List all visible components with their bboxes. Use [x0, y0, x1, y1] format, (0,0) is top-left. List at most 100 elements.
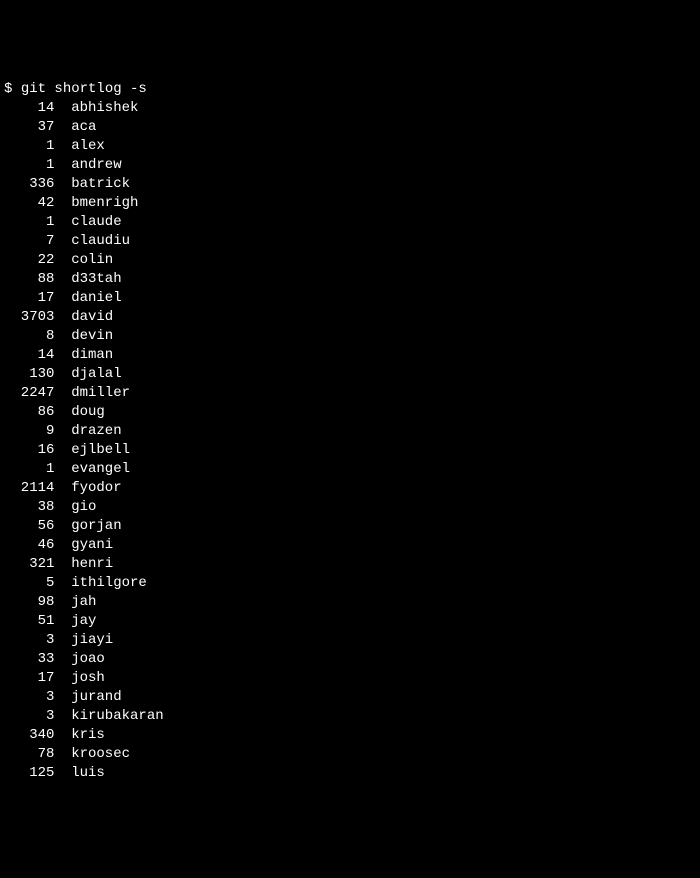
commit-count: 16 — [4, 441, 54, 460]
author-name: evangel — [71, 461, 130, 477]
separator — [54, 118, 71, 137]
separator — [54, 308, 71, 327]
commit-count: 37 — [4, 118, 54, 137]
output-row: 88 d33tah — [4, 270, 696, 289]
author-name: claude — [71, 214, 121, 230]
commit-count: 3703 — [4, 308, 54, 327]
terminal[interactable]: $ git shortlog -s14 abhishek37 aca1 alex… — [4, 80, 696, 783]
output-row: 37 aca — [4, 118, 696, 137]
author-name: djalal — [71, 366, 121, 382]
output-row: 3 jiayi — [4, 631, 696, 650]
separator — [54, 555, 71, 574]
separator — [54, 726, 71, 745]
commit-count: 86 — [4, 403, 54, 422]
author-name: colin — [71, 252, 113, 268]
author-name: jurand — [71, 689, 121, 705]
separator — [54, 764, 71, 783]
separator — [54, 498, 71, 517]
separator — [54, 251, 71, 270]
output-row: 46 gyani — [4, 536, 696, 555]
commit-count: 9 — [4, 422, 54, 441]
commit-count: 1 — [4, 213, 54, 232]
output-row: 1 alex — [4, 137, 696, 156]
separator — [54, 612, 71, 631]
author-name: gorjan — [71, 518, 121, 534]
separator — [54, 536, 71, 555]
output-row: 22 colin — [4, 251, 696, 270]
output-row: 7 claudiu — [4, 232, 696, 251]
output-row: 5 ithilgore — [4, 574, 696, 593]
command-output: 14 abhishek 37 aca1 alex1 andrew336 batri… — [4, 99, 696, 783]
output-row: 8 devin — [4, 327, 696, 346]
commit-count: 88 — [4, 270, 54, 289]
commit-count: 3 — [4, 688, 54, 707]
author-name: fyodor — [71, 480, 121, 496]
separator — [54, 688, 71, 707]
prompt-symbol: $ — [4, 81, 21, 97]
author-name: kroosec — [71, 746, 130, 762]
author-name: gyani — [71, 537, 113, 553]
author-name: abhishek — [71, 100, 138, 116]
output-row: 125 luis — [4, 764, 696, 783]
separator — [54, 669, 71, 688]
output-row: 51 jay — [4, 612, 696, 631]
output-row: 3 jurand — [4, 688, 696, 707]
commit-count: 17 — [4, 289, 54, 308]
separator — [54, 745, 71, 764]
separator — [54, 574, 71, 593]
separator — [54, 403, 71, 422]
author-name: drazen — [71, 423, 121, 439]
commit-count: 33 — [4, 650, 54, 669]
author-name: kris — [71, 727, 105, 743]
output-row: 16 ejlbell — [4, 441, 696, 460]
author-name: ejlbell — [71, 442, 130, 458]
separator — [54, 384, 71, 403]
commit-count: 3 — [4, 707, 54, 726]
separator — [54, 213, 71, 232]
separator — [54, 99, 71, 118]
commit-count: 1 — [4, 137, 54, 156]
author-name: dmiller — [71, 385, 130, 401]
separator — [54, 156, 71, 175]
output-row: 336 batrick — [4, 175, 696, 194]
separator — [54, 650, 71, 669]
commit-count: 340 — [4, 726, 54, 745]
author-name: claudiu — [71, 233, 130, 249]
commit-count: 5 — [4, 574, 54, 593]
output-row: 321 henri — [4, 555, 696, 574]
separator — [54, 631, 71, 650]
author-name: diman — [71, 347, 113, 363]
output-row: 1 evangel — [4, 460, 696, 479]
separator — [54, 460, 71, 479]
author-name: henri — [71, 556, 113, 572]
output-row: 42 bmenrigh — [4, 194, 696, 213]
output-row: 78 kroosec — [4, 745, 696, 764]
output-row: 2247 dmiller — [4, 384, 696, 403]
author-name: ithilgore — [71, 575, 147, 591]
commit-count: 42 — [4, 194, 54, 213]
output-row: 1 andrew — [4, 156, 696, 175]
commit-count: 130 — [4, 365, 54, 384]
author-name: doug — [71, 404, 105, 420]
author-name: batrick — [71, 176, 130, 192]
output-row: 33 joao — [4, 650, 696, 669]
commit-count: 321 — [4, 555, 54, 574]
output-row: 86 doug — [4, 403, 696, 422]
output-row: 14 diman — [4, 346, 696, 365]
commit-count: 14 — [4, 99, 54, 118]
commit-count: 7 — [4, 232, 54, 251]
separator — [54, 194, 71, 213]
separator — [54, 137, 71, 156]
output-row: 38 gio — [4, 498, 696, 517]
author-name: kirubakaran — [71, 708, 163, 724]
output-row: 340 kris — [4, 726, 696, 745]
separator — [54, 346, 71, 365]
commit-count: 1 — [4, 156, 54, 175]
author-name: gio — [71, 499, 96, 515]
separator — [54, 422, 71, 441]
commit-count: 51 — [4, 612, 54, 631]
output-row: 56 gorjan — [4, 517, 696, 536]
output-row: 3703 david — [4, 308, 696, 327]
author-name: jay — [71, 613, 96, 629]
output-row: 17 josh — [4, 669, 696, 688]
